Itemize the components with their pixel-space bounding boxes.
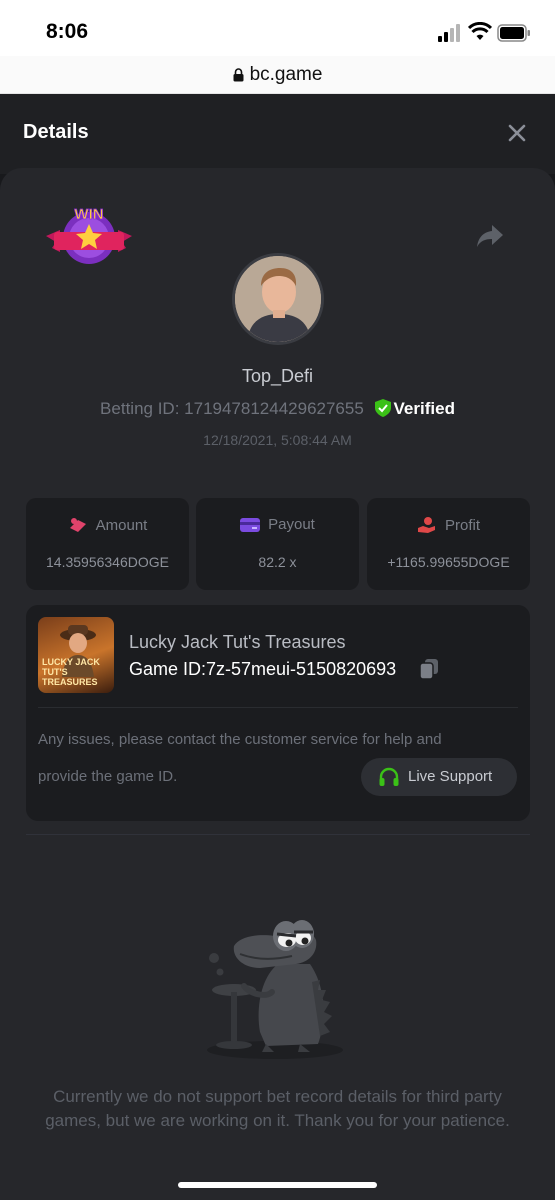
wifi-icon bbox=[468, 22, 492, 40]
payout-icon bbox=[240, 518, 261, 532]
betting-id-label: Betting ID: bbox=[100, 399, 180, 418]
url-text: bc.game bbox=[249, 64, 323, 85]
betting-id-line: Betting ID: 1719478124429627655 Verified bbox=[0, 399, 555, 419]
game-box-divider bbox=[38, 707, 518, 708]
verified-label: Verified bbox=[393, 399, 455, 418]
win-badge-icon: WIN bbox=[46, 206, 132, 264]
badge-text: WIN bbox=[74, 206, 103, 223]
live-support-label: Live Support bbox=[408, 768, 493, 785]
crocodile-mascot-icon bbox=[207, 920, 343, 1059]
amount-label: Amount bbox=[95, 517, 148, 534]
amount-card: Amount 14.35956346DOGE bbox=[26, 498, 189, 590]
home-indicator[interactable] bbox=[178, 1182, 377, 1188]
empty-state-message: Currently we do not support bet record d… bbox=[45, 1087, 510, 1130]
amount-icon bbox=[69, 518, 86, 532]
profit-card: Profit +1165.99655DOGE bbox=[367, 498, 530, 590]
browser-address-bar[interactable]: bc.game bbox=[0, 56, 555, 94]
game-name: Lucky Jack Tut's Treasures bbox=[129, 632, 346, 652]
bet-date: 12/18/2021, 5:08:44 AM bbox=[203, 432, 352, 448]
payout-value: 82.2 x bbox=[258, 554, 297, 570]
live-support-button[interactable]: Live Support bbox=[361, 758, 517, 796]
page-title: Details bbox=[23, 121, 89, 143]
cellular-signal-icon bbox=[438, 24, 460, 42]
battery-icon bbox=[497, 24, 530, 42]
support-note-line1: Any issues, please contact the customer … bbox=[38, 731, 442, 748]
status-bar: 8:06 bbox=[0, 0, 555, 56]
user-photo-icon bbox=[235, 256, 321, 342]
game-id: Game ID:7z-57meui-5150820693 bbox=[129, 659, 397, 679]
game-thumb-text: LUCKY JACK TUT'S TREASURES bbox=[42, 657, 100, 687]
profit-label: Profit bbox=[444, 517, 480, 534]
payout-card: Payout 82.2 x bbox=[196, 498, 359, 590]
betting-id-value: 1719478124429627655 bbox=[184, 399, 364, 418]
payout-label: Payout bbox=[268, 516, 315, 533]
profit-value: +1165.99655DOGE bbox=[387, 554, 510, 570]
avatar bbox=[232, 253, 324, 345]
details-header: Details bbox=[0, 94, 555, 174]
amount-value: 14.35956346DOGE bbox=[46, 554, 169, 570]
headset-icon bbox=[379, 767, 399, 786]
status-time: 8:06 bbox=[46, 20, 89, 43]
game-thumbnail[interactable]: LUCKY JACK TUT'S TREASURES bbox=[38, 617, 114, 693]
verified-shield-icon bbox=[374, 399, 391, 417]
close-icon[interactable] bbox=[506, 122, 528, 144]
lock-icon bbox=[233, 68, 244, 82]
profit-icon bbox=[417, 517, 435, 533]
support-note-line2: provide the game ID. bbox=[38, 768, 178, 785]
share-icon[interactable] bbox=[476, 223, 504, 249]
copy-icon[interactable] bbox=[419, 658, 439, 680]
username: Top_Defi bbox=[241, 366, 314, 386]
section-divider bbox=[26, 834, 530, 835]
